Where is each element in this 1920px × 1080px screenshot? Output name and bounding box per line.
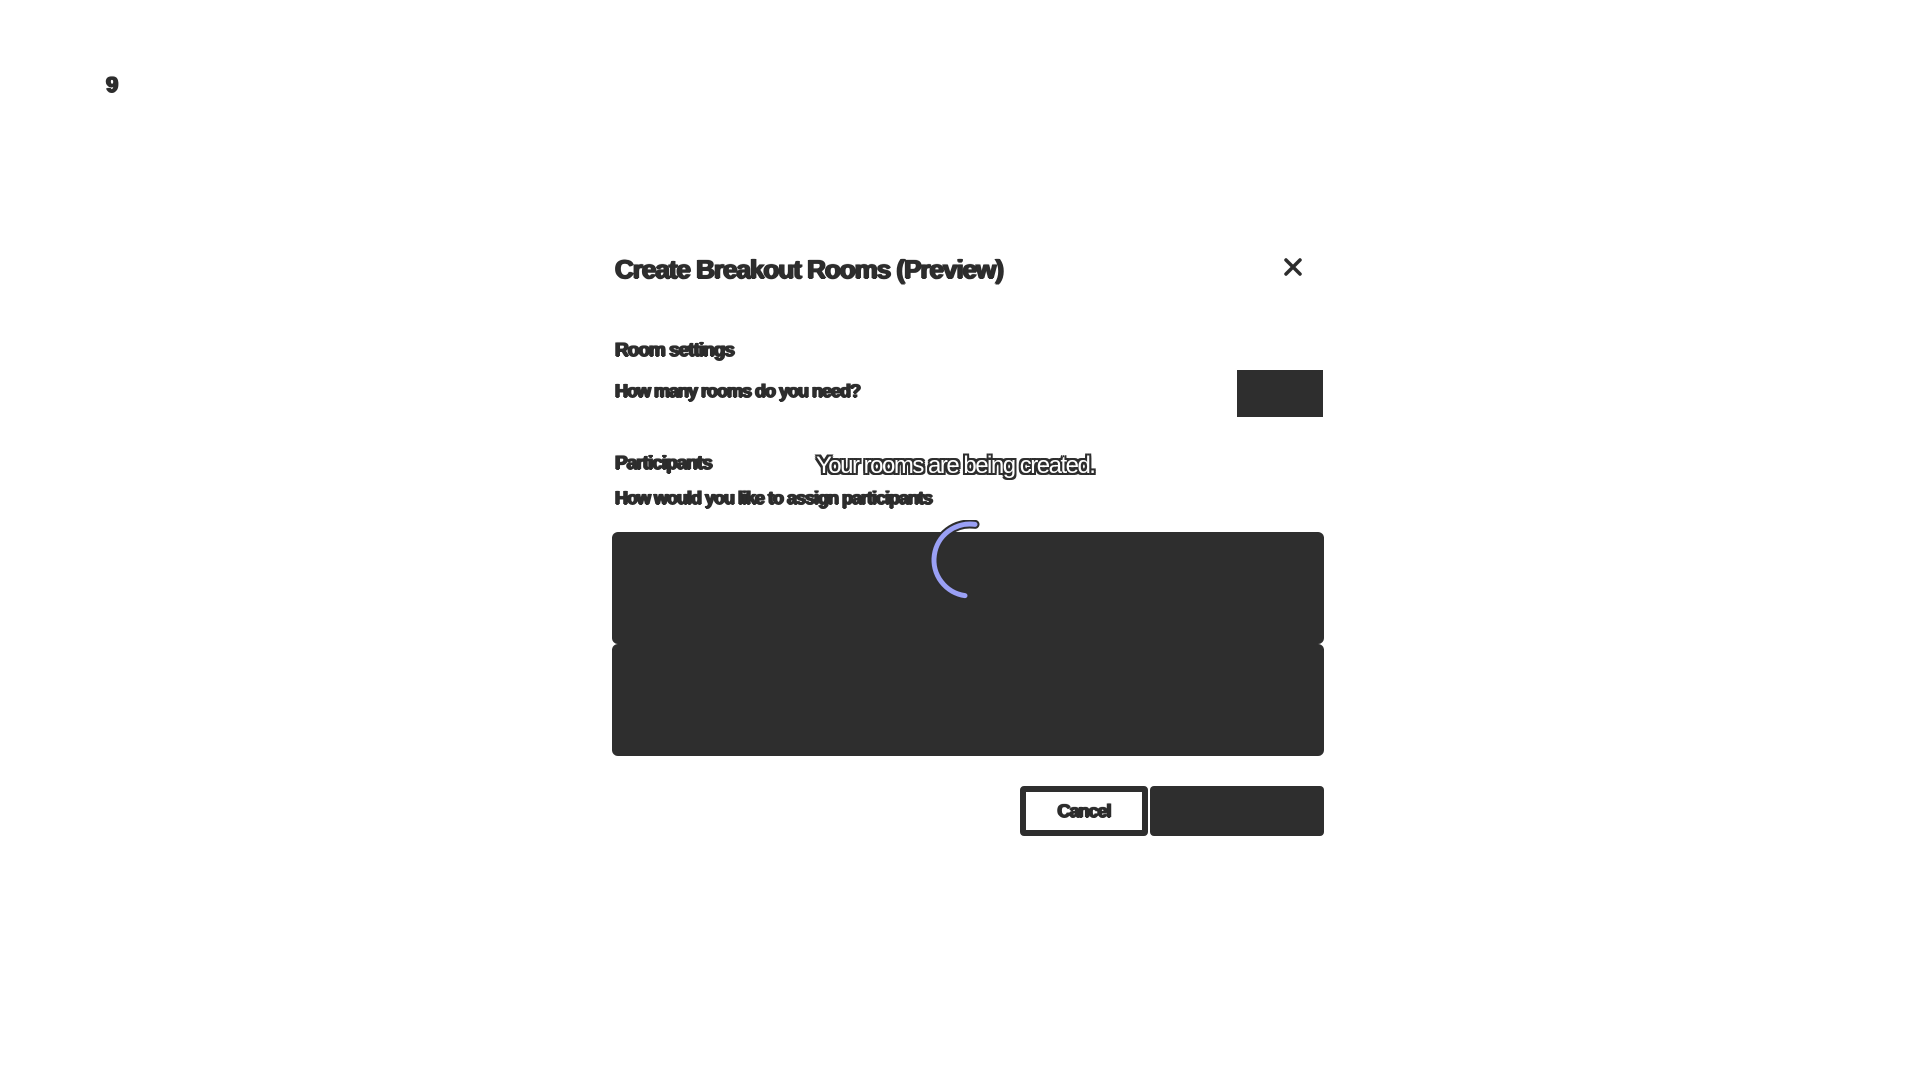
app-window: 9 Create Breakout Rooms (Preview) Room s… (0, 0, 1920, 1080)
spinner-icon (930, 520, 980, 600)
cancel-button[interactable]: Cancel (1020, 786, 1148, 836)
create-breakout-rooms-dialog: Create Breakout Rooms (Preview) Room set… (612, 248, 1324, 848)
close-button[interactable] (1280, 254, 1306, 280)
dialog-title: Create Breakout Rooms (Preview) (615, 254, 1004, 284)
room-settings-label: Room settings (615, 340, 735, 361)
rooms-count-question: How many rooms do you need? (615, 381, 861, 401)
participants-label: Participants (615, 453, 713, 474)
create-rooms-button[interactable] (1150, 786, 1324, 836)
assign-option-manual[interactable] (612, 644, 1324, 756)
assign-participants-question: How would you like to assign participant… (615, 488, 933, 508)
rooms-count-input[interactable] (1237, 370, 1323, 417)
close-icon (1284, 258, 1302, 276)
loading-message: Your rooms are being created. (816, 452, 1096, 479)
corner-glyph: 9 (106, 72, 118, 97)
